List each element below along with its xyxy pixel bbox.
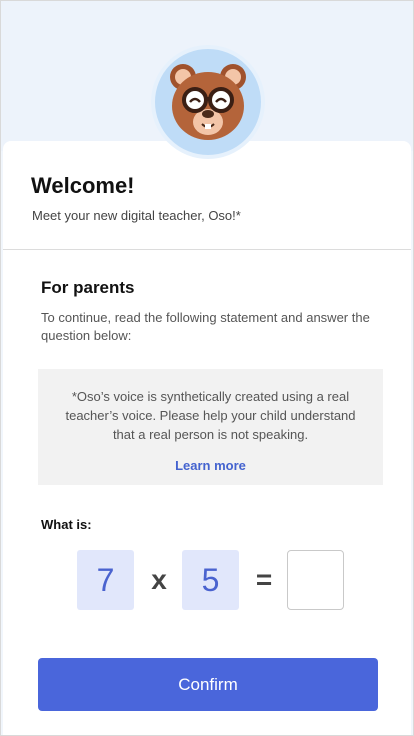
parents-instructions: To continue, read the following statemen… [41, 310, 370, 343]
welcome-subtitle: Meet your new digital teacher, Oso!* [32, 208, 241, 223]
voice-notice-box: *Oso’s voice is synthetically created us… [38, 369, 383, 485]
app-frame: Welcome! Meet your new digital teacher, … [0, 0, 414, 736]
equals-sign: = [255, 564, 273, 595]
avatar [151, 45, 265, 159]
multiply-operator: x [151, 564, 167, 595]
operand-b: 5 [182, 550, 239, 610]
operand-a: 7 [77, 550, 134, 610]
confirm-button[interactable]: Confirm [38, 658, 378, 711]
parents-heading: For parents [41, 278, 135, 297]
question-label: What is: [41, 517, 92, 532]
bear-with-glasses-icon [170, 64, 246, 140]
page-title: Welcome! [31, 173, 135, 198]
section-divider [3, 249, 411, 250]
voice-notice-text: *Oso’s voice is synthetically created us… [65, 389, 356, 442]
answer-input[interactable] [287, 550, 344, 610]
learn-more-link[interactable]: Learn more [175, 458, 246, 473]
